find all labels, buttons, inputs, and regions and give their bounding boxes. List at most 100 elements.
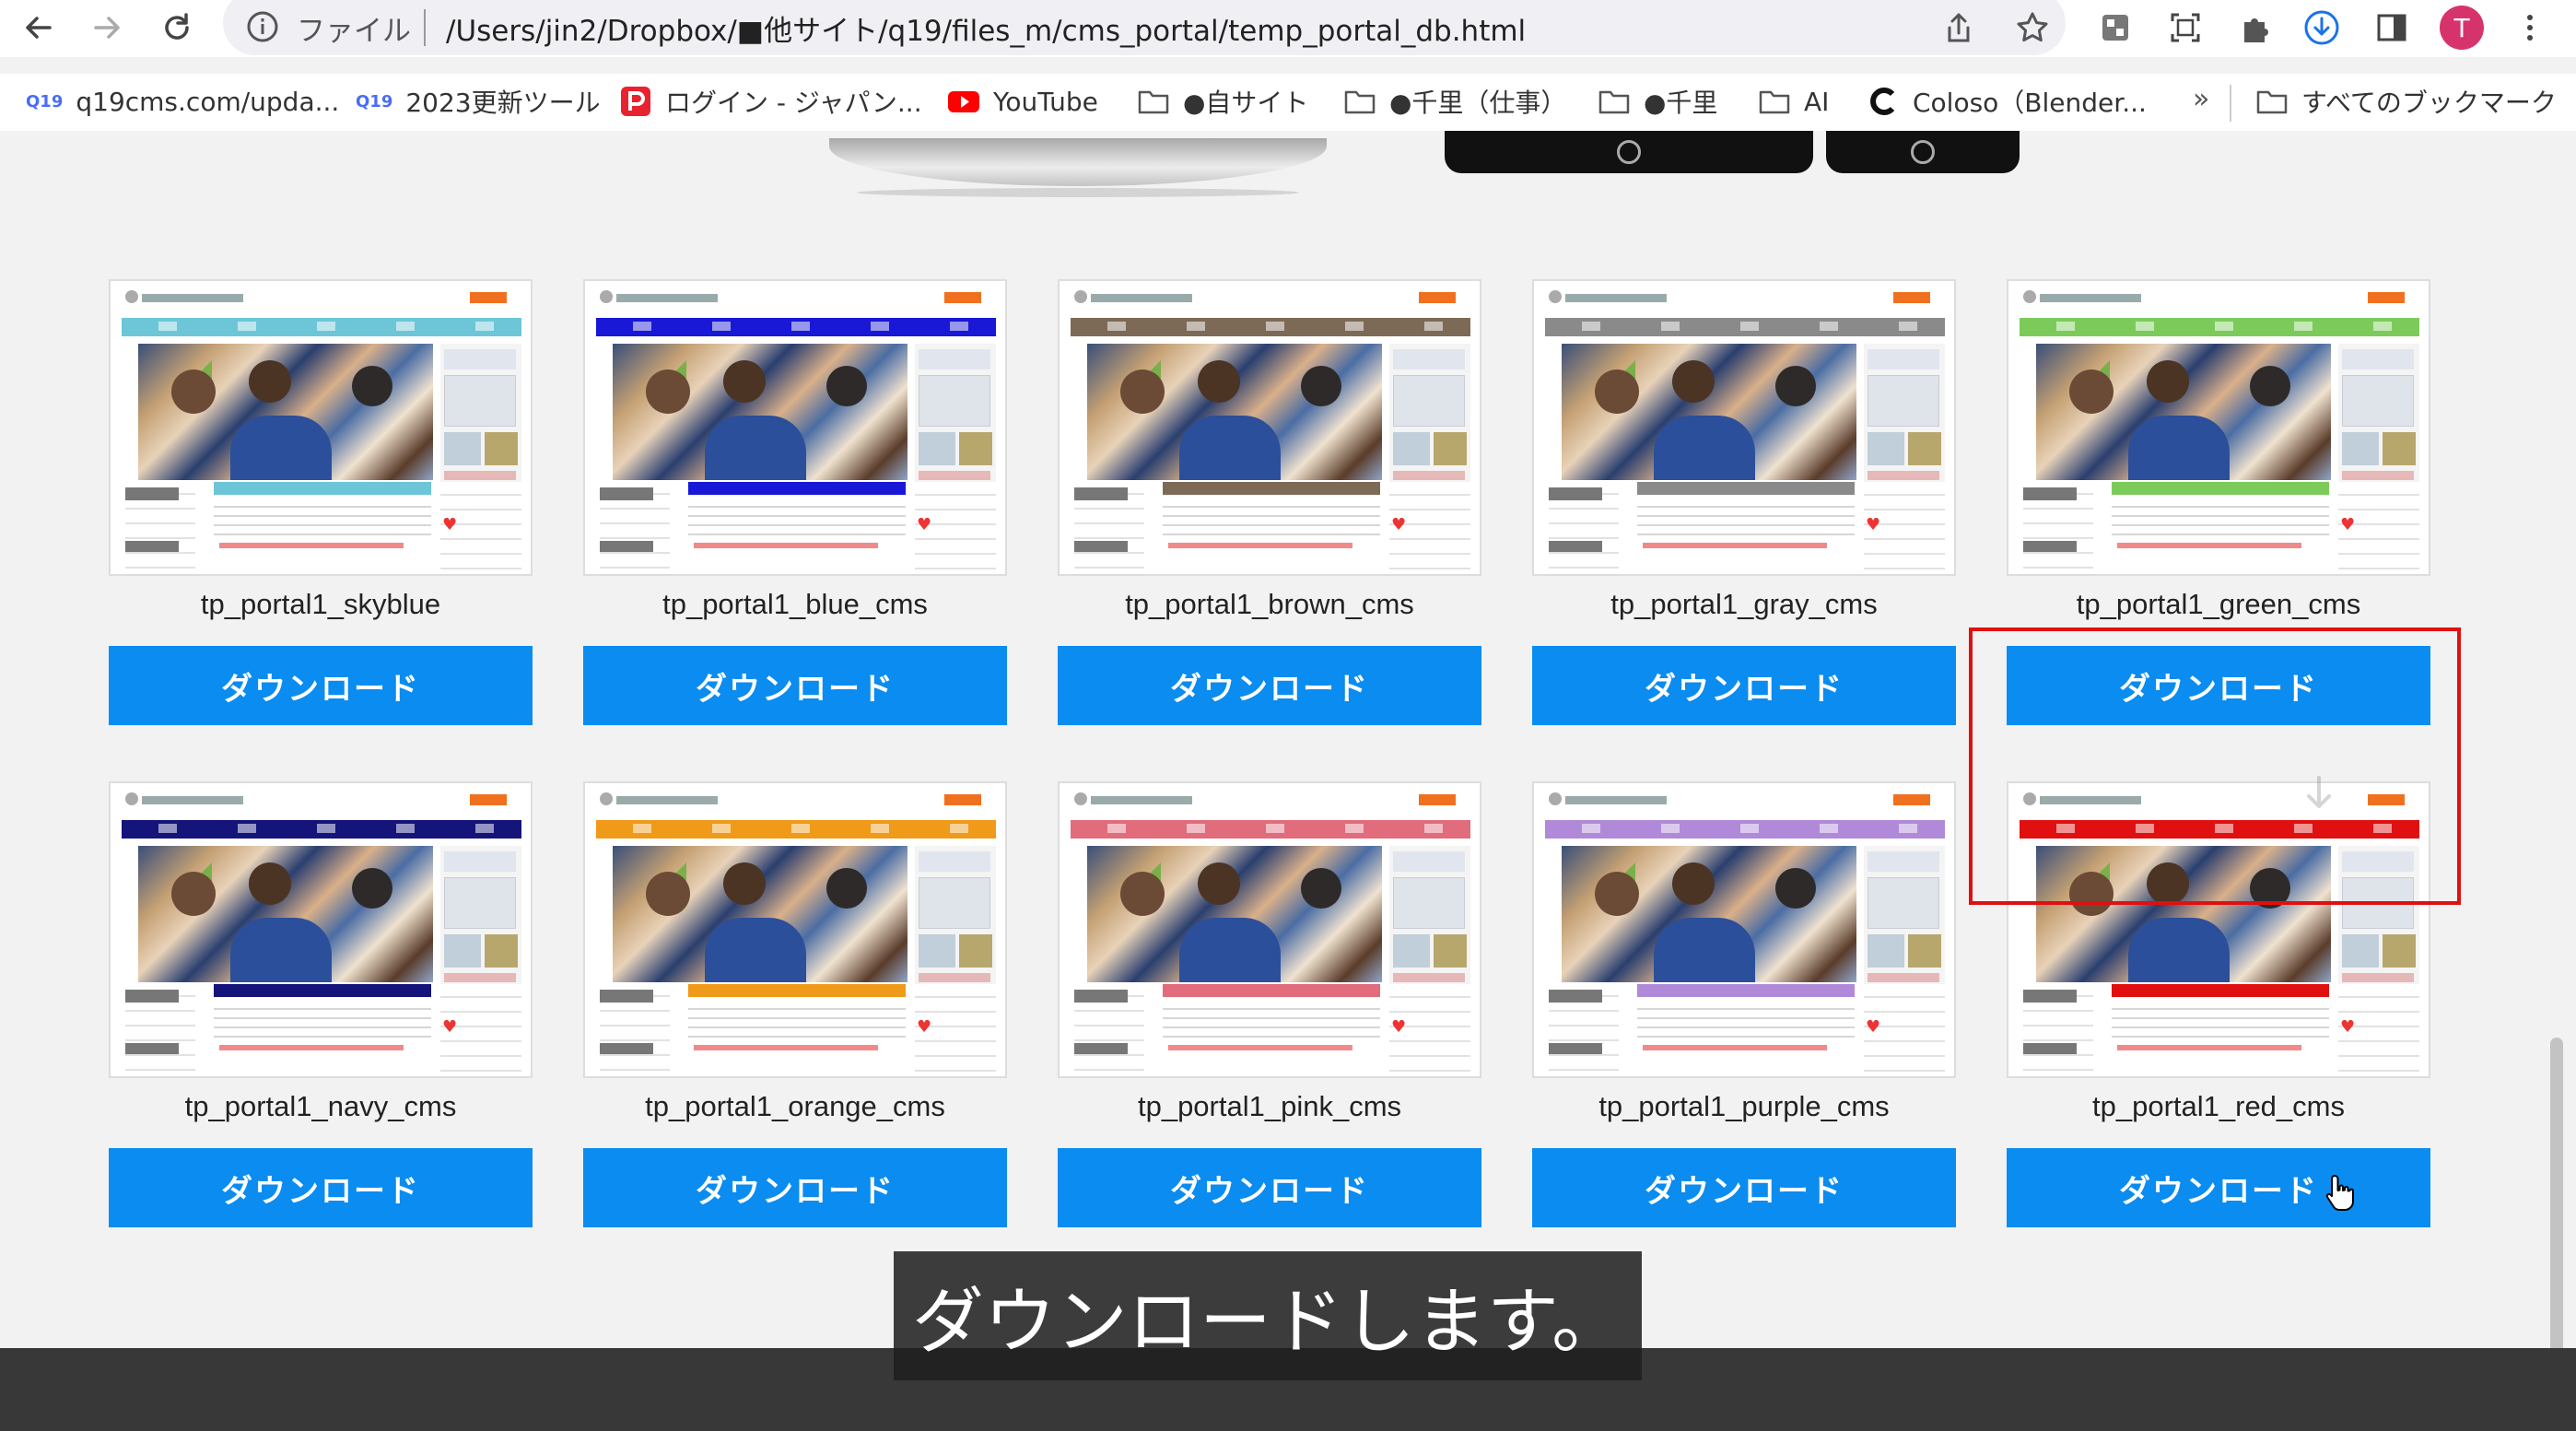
template-name: tp_portal1_brown_cms <box>1125 588 1414 620</box>
video-caption: ダウンロードします。 <box>894 1251 1642 1380</box>
monitor-stand-shadow <box>857 188 1299 197</box>
template-card: ♥ tp_portal1_navy_cms ダウンロード <box>109 781 533 1229</box>
q19-favicon: Q19 <box>356 91 393 111</box>
template-thumbnail[interactable]: ♥ <box>583 279 1007 576</box>
bookmark-label: q19cms.com/upda... <box>76 86 340 117</box>
folder-icon <box>1598 85 1631 118</box>
template-thumbnail[interactable]: ♥ <box>1058 279 1481 576</box>
reload-button[interactable] <box>151 2 203 53</box>
template-thumbnail[interactable]: ♥ <box>2007 279 2430 576</box>
template-name: tp_portal1_gray_cms <box>1610 588 1878 620</box>
bookmark-label: ●千里（仕事） <box>1389 88 1567 118</box>
bookmark-label: Coloso（Blender... <box>1913 88 2147 118</box>
download-icon <box>2307 776 2331 808</box>
template-card: ♥ tp_portal1_orange_cms ダウンロード <box>583 781 1007 1229</box>
template-name: tp_portal1_skyblue <box>200 588 441 620</box>
template-name: tp_portal1_purple_cms <box>1598 1090 1890 1122</box>
template-name: tp_portal1_orange_cms <box>645 1090 945 1122</box>
bookmark-label: AI <box>1804 86 1830 117</box>
extension-button-1[interactable] <box>2097 9 2134 46</box>
download-button[interactable]: ダウンロード <box>1058 646 1481 725</box>
all-bookmarks-folder[interactable]: すべてのブックマーク <box>2255 83 2557 120</box>
template-thumbnail[interactable]: ♥ <box>1532 781 1956 1078</box>
screen-capture-icon <box>2171 13 2200 42</box>
back-button[interactable] <box>13 2 64 53</box>
q19-favicon: Q19 <box>26 91 64 111</box>
url-divider <box>424 9 426 46</box>
side-panel-button[interactable] <box>2373 9 2410 46</box>
download-button[interactable]: ダウンロード <box>1058 1148 1481 1227</box>
puzzle-icon <box>2244 18 2268 42</box>
p-favicon <box>619 85 652 118</box>
template-thumbnail[interactable]: ♥ <box>109 781 533 1078</box>
share-icon <box>1948 13 1970 42</box>
bookmark-label: ログイン - ジャパン... <box>665 88 922 118</box>
screen: ファイル /Users/jin2/Dropbox/■他サイト/q19/files… <box>0 0 2576 1431</box>
template-card: ♥ tp_portal1_blue_cms ダウンロード <box>583 279 1007 727</box>
bookmark-q19cms[interactable]: Q19 q19cms.com/upda... <box>26 83 339 120</box>
folder-icon <box>2255 85 2289 118</box>
template-card: ♥ tp_portal1_purple_cms ダウンロード <box>1532 781 1956 1229</box>
bookmark-folder-ai[interactable]: AI <box>1758 83 1829 120</box>
template-name: tp_portal1_pink_cms <box>1137 1090 1402 1122</box>
reload-icon <box>165 13 189 40</box>
bookmark-folder-senri[interactable]: ●千里 <box>1598 83 1717 120</box>
menu-button[interactable] <box>2512 9 2548 46</box>
url-scheme: ファイル <box>297 15 411 48</box>
bookmark-youtube[interactable]: YouTube <box>947 83 1098 120</box>
template-card: ♥ tp_portal1_gray_cms ダウンロード <box>1532 279 1956 727</box>
bookmark-login-japan[interactable]: ログイン - ジャパン... <box>619 83 922 120</box>
download-button[interactable]: ダウンロード <box>2007 1148 2430 1227</box>
bookmarks-overflow-button[interactable]: » <box>2193 83 2209 115</box>
monitor-stand-image <box>829 138 1327 186</box>
folder-icon <box>1137 85 1170 118</box>
bookmark-label: 2023更新ツール <box>405 88 601 118</box>
more-vertical-icon <box>2527 15 2533 41</box>
template-thumbnail[interactable]: ♥ <box>1058 781 1481 1078</box>
phone-image <box>1826 131 2020 173</box>
bookmark-coloso[interactable]: Coloso（Blender... <box>1867 83 2147 120</box>
download-button[interactable]: ダウンロード <box>1532 646 1956 725</box>
bookmark-label: すべてのブックマーク <box>2301 88 2557 118</box>
downloads-button[interactable] <box>2303 9 2340 46</box>
bookmark-folder-senri-work[interactable]: ●千里（仕事） <box>1343 83 1566 120</box>
folder-icon <box>1343 85 1376 118</box>
bookmark-folder-own-site[interactable]: ●自サイト <box>1137 83 1308 120</box>
bookmark-2023-tool[interactable]: Q19 2023更新ツール <box>356 83 601 120</box>
download-button[interactable]: ダウンロード <box>109 1148 533 1227</box>
bookmark-label: YouTube <box>993 86 1098 117</box>
template-thumbnail[interactable]: ♥ <box>583 781 1007 1078</box>
extensions-button[interactable] <box>2237 9 2274 46</box>
template-thumbnail[interactable]: ♥ <box>109 279 533 576</box>
hand-cursor-icon <box>2325 1175 2354 1211</box>
coloso-icon <box>1867 85 1900 118</box>
screen-capture-button[interactable] <box>2167 9 2204 46</box>
template-name: tp_portal1_navy_cms <box>184 1090 457 1122</box>
phone-image <box>1445 131 1813 173</box>
download-button[interactable]: ダウンロード <box>1532 1148 1956 1227</box>
template-name: tp_portal1_blue_cms <box>662 588 928 620</box>
profile-avatar[interactable]: T <box>2440 6 2484 50</box>
download-button[interactable]: ダウンロード <box>109 646 533 725</box>
browser-toolbar: ファイル /Users/jin2/Dropbox/■他サイト/q19/files… <box>0 0 2576 57</box>
bookmark-label: ●千里 <box>1644 88 1718 118</box>
template-card: ♥ tp_portal1_pink_cms ダウンロード <box>1058 781 1481 1229</box>
download-button[interactable]: ダウンロード <box>583 646 1007 725</box>
bookmark-star-button[interactable] <box>2014 9 2051 46</box>
download-icon <box>2304 10 2339 45</box>
template-name: tp_portal1_green_cms <box>2076 588 2361 620</box>
youtube-icon <box>947 85 980 118</box>
star-icon <box>2017 12 2048 42</box>
template-name: tp_portal1_red_cms <box>2092 1090 2345 1122</box>
forward-arrow-icon <box>94 17 120 39</box>
bookmarks-bar: Q19 q19cms.com/upda... Q19 2023更新ツール ログイ… <box>0 74 2576 131</box>
highlight-box <box>1969 628 2461 905</box>
forward-button[interactable] <box>81 2 133 53</box>
folder-icon <box>1758 85 1791 118</box>
template-thumbnail[interactable]: ♥ <box>1532 279 1956 576</box>
share-button[interactable] <box>1940 9 1977 46</box>
url-path[interactable]: /Users/jin2/Dropbox/■他サイト/q19/files_m/cm… <box>446 7 1526 49</box>
info-icon[interactable] <box>245 9 280 44</box>
template-card: ♥ tp_portal1_skyblue ダウンロード <box>109 279 533 727</box>
download-button[interactable]: ダウンロード <box>583 1148 1007 1227</box>
